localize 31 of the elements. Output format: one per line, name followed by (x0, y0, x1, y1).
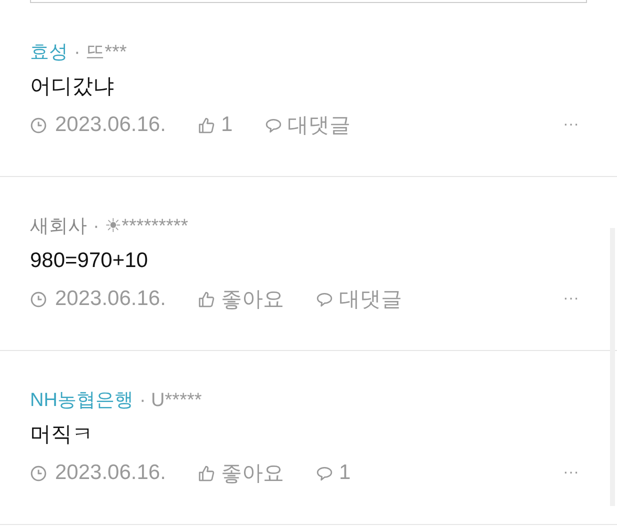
speech-bubble-icon (264, 116, 282, 134)
like-button[interactable]: 좋아요 (198, 285, 284, 313)
comment-text: 980=970+10 (30, 248, 149, 274)
clock-icon (30, 290, 47, 308)
company-name[interactable]: 새회사 (30, 213, 87, 239)
user-id: · 뜨*** (74, 41, 127, 65)
comment-date: 2023.06.16. (55, 113, 166, 137)
clock-icon (30, 116, 47, 134)
speech-bubble-icon (316, 464, 333, 482)
user-id: · ☀********* (93, 215, 188, 238)
thumbs-up-icon (198, 464, 215, 482)
thumbs-up-icon (198, 290, 215, 308)
more-button[interactable]: ··· (563, 116, 579, 134)
more-button[interactable]: ··· (563, 290, 579, 308)
user-id: · U***** (139, 390, 202, 412)
company-name[interactable]: NH농협은행 (30, 387, 134, 413)
reply-button[interactable]: 대댓글 (264, 111, 351, 139)
like-button[interactable]: 1 (198, 113, 233, 137)
company-name[interactable]: 효성 (30, 39, 68, 65)
comment-text: 머직ㅋ (30, 422, 94, 448)
reply-button[interactable]: 대댓글 (316, 285, 402, 313)
clock-icon (30, 464, 47, 482)
comment-date: 2023.06.16. (55, 461, 166, 485)
thumbs-up-icon (198, 116, 215, 134)
speech-bubble-icon (316, 290, 333, 308)
comment-date: 2023.06.16. (55, 287, 166, 311)
like-button[interactable]: 좋아요 (198, 459, 284, 487)
more-button[interactable]: ··· (563, 464, 579, 482)
scrollbar[interactable] (610, 228, 615, 506)
reply-button[interactable]: 1 (316, 461, 351, 485)
comment-text: 어디갔냐 (30, 74, 115, 100)
